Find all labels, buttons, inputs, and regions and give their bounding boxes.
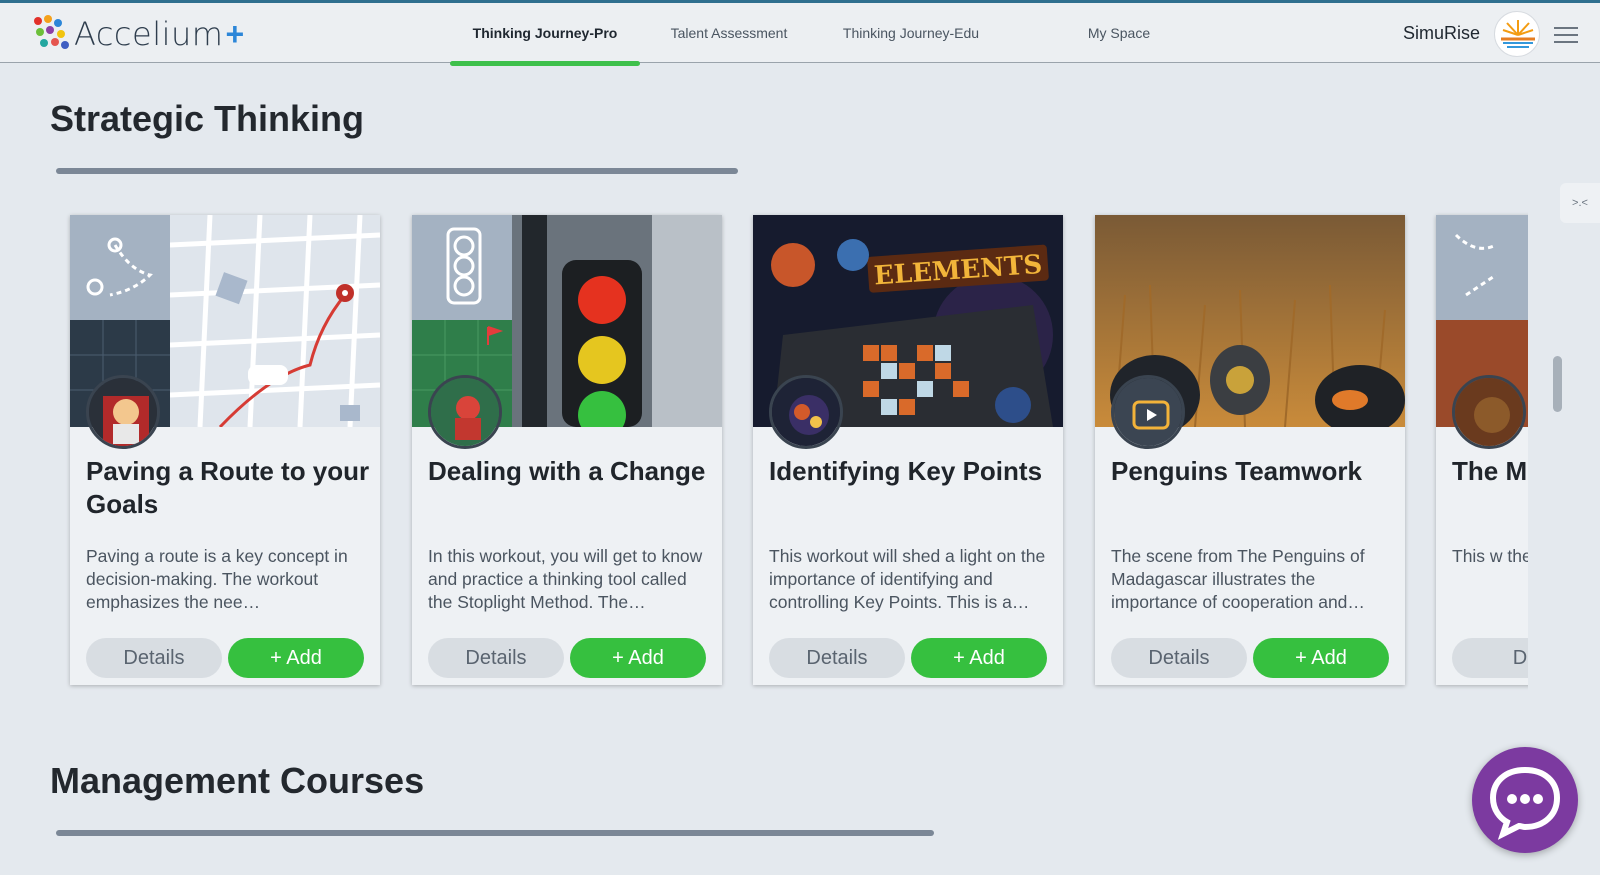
card-title: Dealing with a Change: [428, 456, 706, 486]
top-header: Accelium + Thinking Journey-Pro Talent A…: [0, 3, 1600, 66]
chat-button[interactable]: [1472, 747, 1578, 853]
avatar[interactable]: [1494, 11, 1540, 57]
course-badge-icon: [86, 375, 160, 449]
details-button[interactable]: Details: [1111, 638, 1247, 678]
scrollbar-thumb[interactable]: [1553, 356, 1562, 412]
course-card[interactable]: Penguins Teamwork The scene from The Pen…: [1095, 215, 1405, 685]
hamburger-menu-icon[interactable]: [1554, 27, 1578, 43]
accelium-logo[interactable]: Accelium +: [32, 15, 244, 53]
main-nav: Thinking Journey-Pro Talent Assessment T…: [450, 3, 1234, 66]
card-description: Paving a route is a key concept in decis…: [86, 546, 348, 612]
video-play-icon: [1111, 375, 1185, 449]
section-divider: [56, 168, 738, 174]
details-button[interactable]: Details: [769, 638, 905, 678]
course-card[interactable]: ELEMENTS Identifying Key Points This wor…: [753, 215, 1063, 685]
section-title-management-courses: Management Courses: [50, 760, 425, 801]
card-description: In this workout, you will get to know an…: [428, 546, 703, 612]
tab-talent-assessment[interactable]: Talent Assessment: [640, 3, 818, 63]
tab-thinking-journey-edu[interactable]: Thinking Journey-Edu: [818, 3, 1004, 63]
course-badge-icon: [1452, 375, 1526, 449]
card-description: The scene from The Penguins of Madagasca…: [1111, 546, 1365, 612]
card-title: Paving a Route to your Goals: [86, 456, 370, 519]
card-description: This workout will shed a light on the im…: [769, 546, 1046, 612]
details-button[interactable]: Details: [86, 638, 222, 678]
course-badge-icon: [428, 375, 502, 449]
course-card[interactable]: Paving a Route to your Goals Paving a ro…: [70, 215, 380, 685]
chat-bubble-icon: [1489, 766, 1561, 840]
section-title-strategic-thinking: Strategic Thinking: [50, 98, 365, 139]
add-button[interactable]: + Add: [228, 638, 364, 678]
logo-text: Accelium: [74, 15, 224, 53]
logo-plus-icon: +: [225, 15, 245, 52]
side-panel-tab[interactable]: >.<: [1560, 183, 1600, 223]
course-card[interactable]: The Met This w the co of mig D: [1436, 215, 1528, 685]
details-button[interactable]: Details: [428, 638, 564, 678]
card-title: The Met: [1452, 456, 1528, 486]
card-description: This w the co of mig: [1452, 546, 1528, 566]
details-button[interactable]: D: [1452, 638, 1528, 678]
add-button[interactable]: + Add: [911, 638, 1047, 678]
tab-my-space[interactable]: My Space: [1004, 3, 1234, 63]
logo-dots-icon: [32, 15, 70, 53]
course-badge-icon: [769, 375, 843, 449]
course-card[interactable]: Dealing with a Change In this workout, y…: [412, 215, 722, 685]
card-carousel: Paving a Route to your Goals Paving a ro…: [60, 205, 1528, 705]
section-divider: [56, 830, 934, 836]
card-title: Penguins Teamwork: [1111, 456, 1362, 486]
add-button[interactable]: + Add: [1253, 638, 1389, 678]
user-name[interactable]: SimuRise: [1403, 23, 1480, 44]
card-title: Identifying Key Points: [769, 456, 1043, 486]
tab-thinking-journey-pro[interactable]: Thinking Journey-Pro: [450, 3, 640, 66]
add-button[interactable]: + Add: [570, 638, 706, 678]
